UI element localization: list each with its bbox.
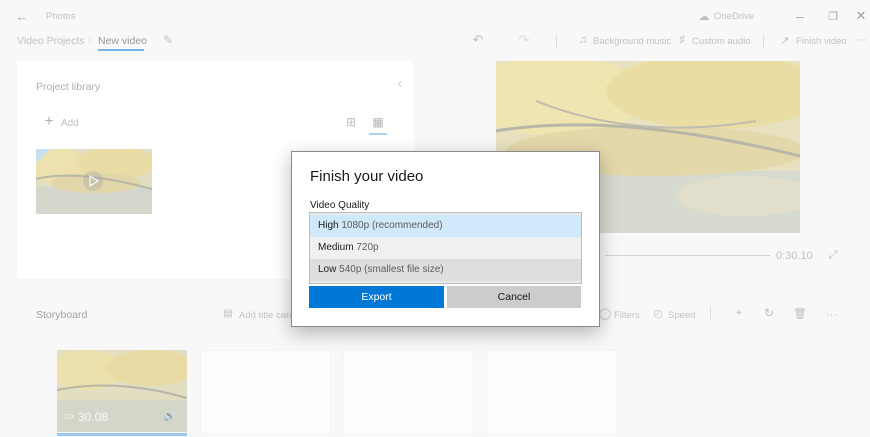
option-main: Low xyxy=(318,264,337,275)
quality-option-high[interactable]: High 1080p (recommended) xyxy=(310,215,581,237)
video-quality-label: Video Quality xyxy=(310,200,370,211)
option-sub: 1080p (recommended) xyxy=(341,220,443,231)
video-quality-dropdown[interactable]: High 1080p (recommended) Medium 720p Low… xyxy=(309,212,582,284)
dialog-title: Finish your video xyxy=(310,168,424,185)
cancel-button[interactable]: Cancel xyxy=(447,286,581,308)
option-sub: 720p xyxy=(356,242,379,253)
option-main: Medium xyxy=(318,242,354,253)
export-button[interactable]: Export xyxy=(309,286,444,308)
quality-option-medium[interactable]: Medium 720p xyxy=(310,237,581,259)
option-main: High xyxy=(318,220,339,231)
option-sub: 540p (smallest file size) xyxy=(339,264,444,275)
quality-option-low[interactable]: Low 540p (smallest file size) xyxy=(310,259,581,281)
finish-video-dialog: Finish your video Video Quality High 108… xyxy=(291,151,600,327)
